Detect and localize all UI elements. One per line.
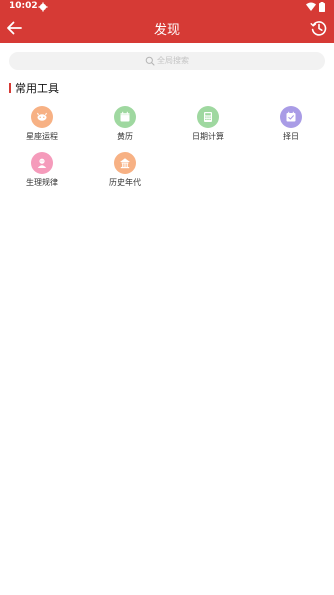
tool-almanac[interactable]: 黄历 bbox=[95, 106, 155, 146]
wifi-icon bbox=[306, 2, 316, 11]
almanac-icon bbox=[114, 106, 136, 128]
tool-date-picker[interactable]: 择日 bbox=[261, 106, 321, 146]
notification-app-icon bbox=[38, 2, 48, 12]
search-input-content: 全局搜索 bbox=[9, 52, 325, 70]
history-clock-icon[interactable] bbox=[310, 19, 328, 37]
tool-label: 日期计算 bbox=[192, 132, 224, 141]
biorhythm-icon bbox=[31, 152, 53, 174]
discover-screen: 10:02 发现 全局搜索 常用工具 星座运程 黄历 日期计算 择日 生理规律 … bbox=[0, 0, 334, 595]
tool-label: 历史年代 bbox=[109, 178, 141, 187]
status-bar: 10:02 bbox=[0, 0, 334, 15]
tool-zodiac[interactable]: 星座运程 bbox=[12, 106, 72, 146]
section-accent-bar bbox=[9, 83, 11, 93]
status-time: 10:02 bbox=[9, 1, 38, 11]
search-placeholder: 全局搜索 bbox=[157, 56, 189, 65]
section-title: 常用工具 bbox=[15, 82, 59, 95]
date-picker-icon bbox=[280, 106, 302, 128]
history-era-icon bbox=[114, 152, 136, 174]
search-icon bbox=[145, 56, 155, 66]
tool-history-era[interactable]: 历史年代 bbox=[95, 152, 155, 192]
zodiac-icon bbox=[31, 106, 53, 128]
battery-icon bbox=[319, 2, 325, 12]
tool-label: 星座运程 bbox=[26, 132, 58, 141]
search-input[interactable]: 全局搜索 bbox=[9, 52, 325, 70]
tool-label: 生理规律 bbox=[26, 178, 58, 187]
tool-date-calculator[interactable]: 日期计算 bbox=[178, 106, 238, 146]
page-title: 发现 bbox=[153, 23, 180, 38]
back-arrow-icon[interactable] bbox=[4, 18, 24, 38]
date-calculator-icon bbox=[197, 106, 219, 128]
tool-label: 择日 bbox=[283, 132, 299, 141]
tool-label: 黄历 bbox=[117, 132, 133, 141]
app-header: 10:02 发现 bbox=[0, 0, 334, 43]
tool-biorhythm[interactable]: 生理规律 bbox=[12, 152, 72, 192]
